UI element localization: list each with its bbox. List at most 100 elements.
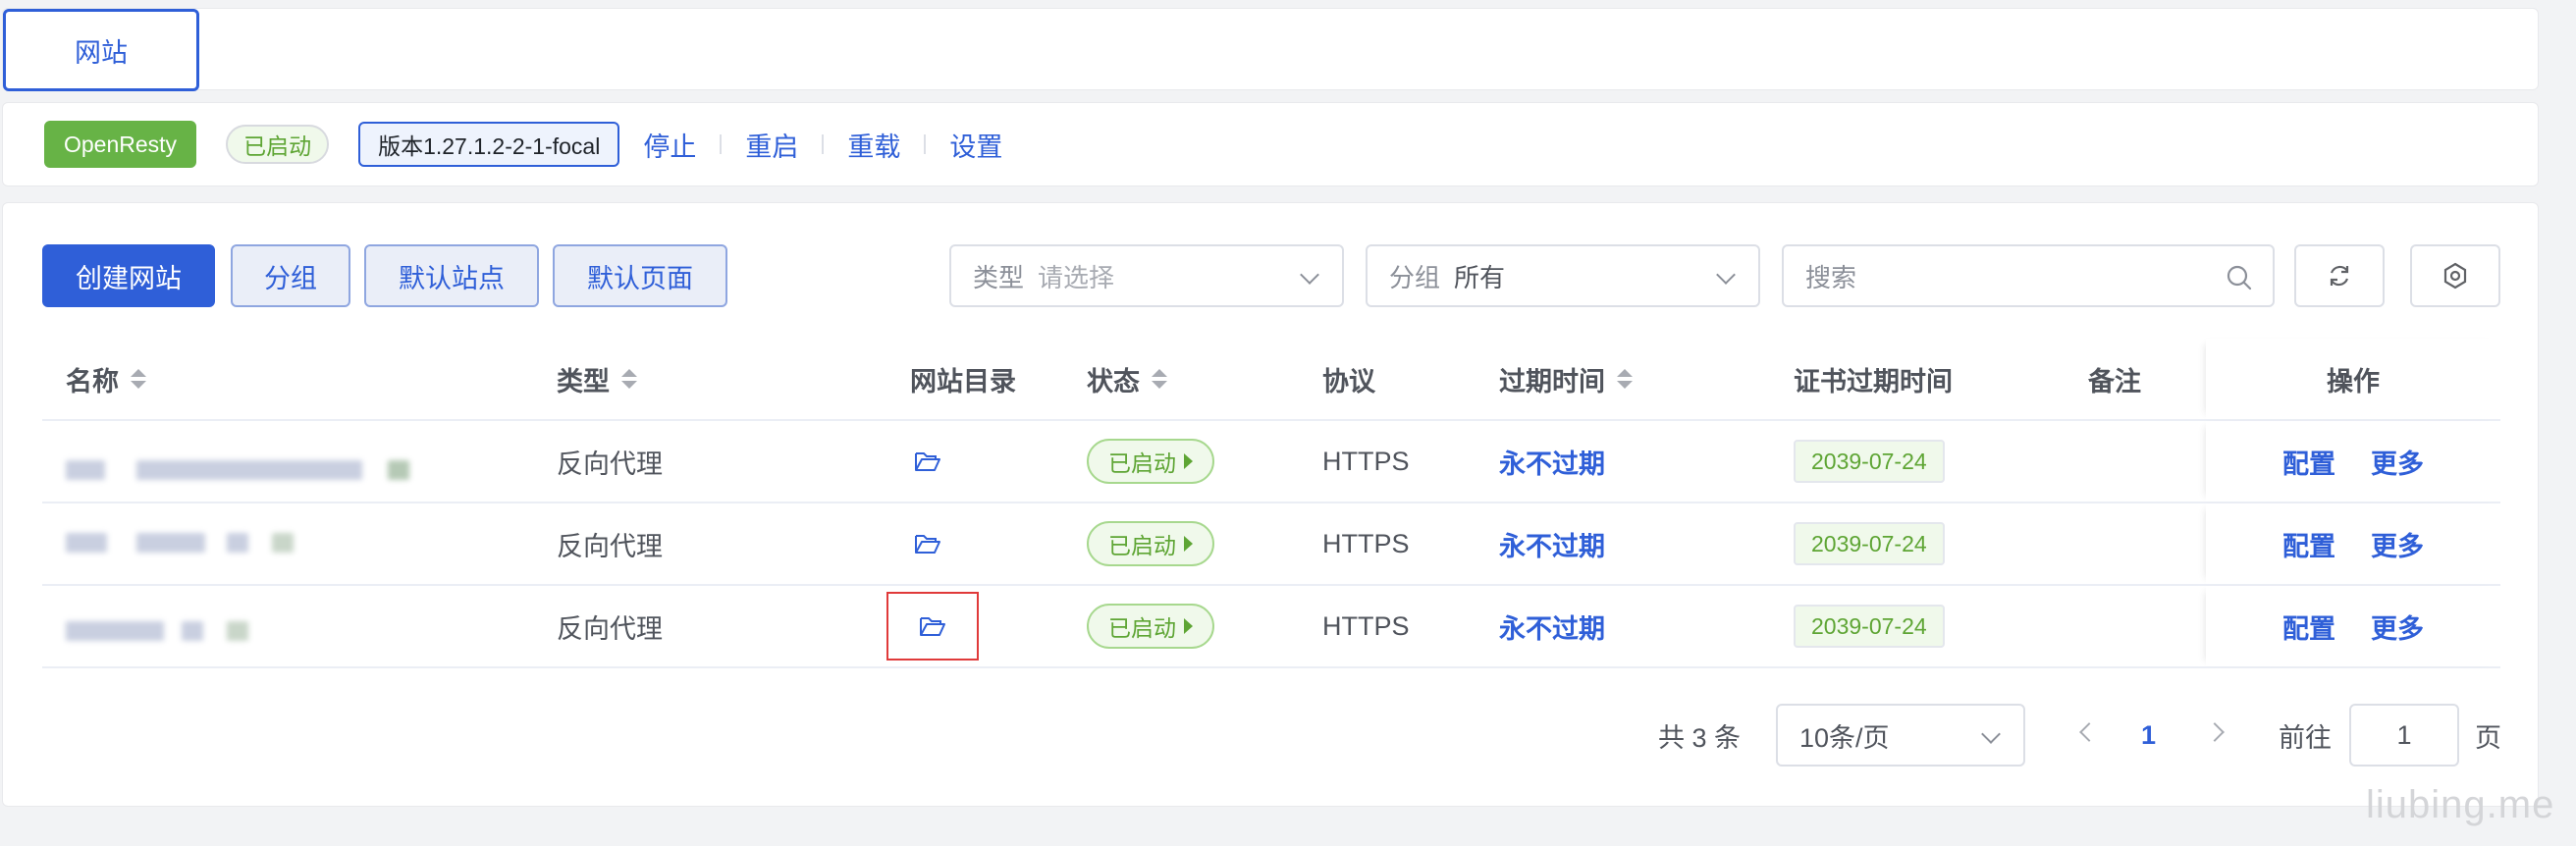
type-cell: 反向代理	[557, 531, 663, 561]
create-website-button[interactable]: 创建网站	[42, 244, 215, 307]
app-name-badge: OpenResty	[44, 121, 197, 168]
sort-icon[interactable]	[1617, 369, 1633, 389]
pagination-total: 共 3 条	[1658, 722, 1742, 753]
redacted-name	[136, 460, 362, 480]
website-list-card: 创建网站 分组 默认站点 默认页面 类型 请选择 分组 所有 搜索 名称 类型 …	[2, 202, 2539, 807]
expire-cell[interactable]: 永不过期	[1499, 421, 1605, 502]
table-row: 反向代理 已启动 HTTPS 永不过期 2039-07-24 配置 更多	[42, 584, 2500, 668]
status-pill[interactable]: 已启动	[1087, 521, 1214, 566]
next-page-icon[interactable]	[2205, 722, 2225, 742]
redacted-name	[272, 533, 294, 553]
gear-icon	[2443, 262, 2467, 290]
current-page[interactable]: 1	[2141, 704, 2156, 767]
play-icon	[1184, 618, 1193, 634]
prev-page-icon[interactable]	[2079, 722, 2099, 742]
protocol-cell: HTTPS	[1322, 528, 1410, 558]
column-header-status[interactable]: 状态	[1087, 339, 1167, 419]
protocol-cell: HTTPS	[1322, 610, 1410, 641]
table-settings-button[interactable]	[2410, 244, 2500, 307]
status-cell[interactable]: 已启动	[1087, 421, 1214, 502]
status-cell[interactable]: 已启动	[1087, 586, 1214, 666]
page-unit-label: 页	[2475, 722, 2501, 753]
ops-cell: 配置 更多	[2206, 503, 2500, 584]
default-page-button[interactable]: 默认页面	[553, 244, 727, 307]
type-filter-label: 类型	[973, 262, 1025, 292]
table-row: 反向代理 已启动 HTTPS 永不过期 2039-07-24 配置 更多	[42, 502, 2500, 584]
group-button[interactable]: 分组	[231, 244, 350, 307]
group-filter-label: 分组	[1389, 262, 1441, 292]
ops-cell: 配置 更多	[2206, 421, 2500, 502]
watermark: liubing.me	[2366, 783, 2555, 826]
column-header-remark: 备注	[2088, 366, 2141, 397]
run-status-badge: 已启动	[226, 125, 330, 164]
site-dir-cell[interactable]	[914, 503, 941, 584]
tab-bar: 网站	[2, 8, 2539, 91]
column-header-ops: 操作	[2206, 339, 2500, 419]
column-header-expire[interactable]: 过期时间	[1499, 339, 1633, 419]
redacted-name	[66, 460, 105, 480]
site-dir-cell-highlighted[interactable]	[886, 592, 979, 661]
page-size-select[interactable]: 10条/页	[1776, 704, 2025, 767]
column-header-cert-expire: 证书过期时间	[1794, 366, 1953, 397]
expire-cell[interactable]: 永不过期	[1499, 586, 1605, 666]
column-header-type[interactable]: 类型	[557, 339, 637, 419]
protocol-cell: HTTPS	[1322, 446, 1410, 476]
openresty-status-bar: OpenResty 已启动 版本1.27.1.2-2-1-focal 停止 重启…	[2, 102, 2539, 186]
stop-link[interactable]: 停止	[619, 126, 720, 164]
chevron-down-icon	[1300, 265, 1319, 285]
redacted-name	[136, 533, 205, 553]
folder-open-icon[interactable]	[914, 532, 941, 555]
more-link[interactable]: 更多	[2371, 608, 2424, 646]
reload-link[interactable]: 重载	[824, 126, 924, 164]
group-filter-select[interactable]: 分组 所有	[1366, 244, 1760, 307]
type-cell: 反向代理	[557, 449, 663, 479]
sort-icon[interactable]	[621, 369, 637, 389]
site-dir-cell[interactable]	[914, 421, 941, 502]
redacted-name	[227, 621, 248, 641]
redacted-name	[182, 621, 203, 641]
sort-icon[interactable]	[1152, 369, 1167, 389]
refresh-button[interactable]	[2294, 244, 2385, 307]
search-icon	[2227, 265, 2252, 291]
expire-cell[interactable]: 永不过期	[1499, 503, 1605, 584]
play-icon	[1184, 536, 1193, 552]
cert-expire-cell: 2039-07-24	[1794, 421, 1945, 502]
default-site-button[interactable]: 默认站点	[364, 244, 539, 307]
config-link[interactable]: 配置	[2282, 525, 2335, 563]
tab-websites[interactable]: 网站	[3, 9, 199, 91]
redacted-name	[66, 533, 107, 553]
cert-expire-cell: 2039-07-24	[1794, 586, 1945, 666]
group-filter-value: 所有	[1454, 262, 1506, 292]
type-cell: 反向代理	[557, 613, 663, 644]
folder-open-icon[interactable]	[919, 614, 946, 638]
column-header-dir: 网站目录	[910, 366, 1016, 397]
more-link[interactable]: 更多	[2371, 525, 2424, 563]
more-link[interactable]: 更多	[2371, 443, 2424, 481]
status-pill[interactable]: 已启动	[1087, 439, 1214, 484]
status-cell[interactable]: 已启动	[1087, 503, 1214, 584]
search-input[interactable]: 搜索	[1782, 244, 2275, 307]
redacted-name	[66, 621, 164, 641]
sort-icon[interactable]	[131, 369, 146, 389]
search-placeholder: 搜索	[1805, 262, 1857, 292]
refresh-icon	[2330, 265, 2349, 287]
config-link[interactable]: 配置	[2282, 608, 2335, 646]
folder-open-icon[interactable]	[914, 449, 941, 473]
ops-cell: 配置 更多	[2206, 586, 2500, 666]
settings-link[interactable]: 设置	[926, 126, 1026, 164]
chevron-down-icon	[1981, 724, 2001, 744]
version-badge: 版本1.27.1.2-2-1-focal	[358, 122, 620, 167]
redacted-name	[388, 460, 409, 480]
config-link[interactable]: 配置	[2282, 443, 2335, 481]
type-filter-select[interactable]: 类型 请选择	[949, 244, 1344, 307]
cert-expire-cell: 2039-07-24	[1794, 503, 1945, 584]
restart-link[interactable]: 重启	[722, 126, 822, 164]
table-row: 反向代理 已启动 HTTPS 永不过期 2039-07-24 配置 更多	[42, 419, 2500, 502]
column-header-name[interactable]: 名称	[66, 339, 146, 419]
goto-label: 前往	[2279, 722, 2332, 753]
goto-page-input[interactable]: 1	[2349, 704, 2459, 767]
column-header-protocol: 协议	[1322, 366, 1375, 397]
chevron-down-icon	[1716, 265, 1736, 285]
status-pill[interactable]: 已启动	[1087, 604, 1214, 649]
type-filter-placeholder: 请选择	[1038, 262, 1115, 292]
